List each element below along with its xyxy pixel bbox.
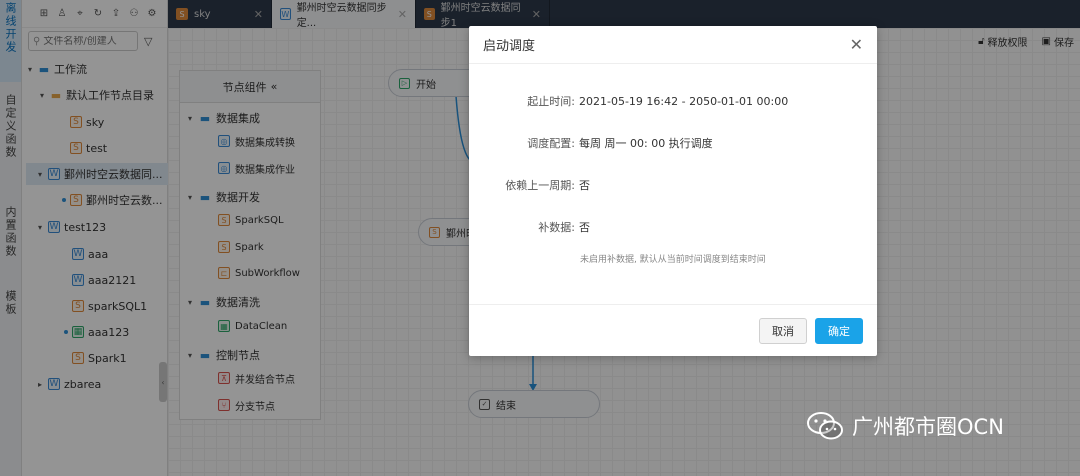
field-value: 2021-05-19 16:42 - 2050-01-01 00:00 [579, 94, 789, 108]
field-label: 补数据: [538, 221, 575, 234]
row-schedule-config: 调度配置: 每周 周一 00: 00 执行调度 [469, 134, 713, 152]
dialog-footer: 取消 确定 [469, 304, 877, 356]
row-depend-previous: 依赖上一周期: 否 [469, 176, 590, 194]
field-value: 否 [579, 179, 590, 192]
start-schedule-dialog: 启动调度 ✕ 起止时间: 2021-05-19 16:42 - 2050-01-… [469, 26, 877, 356]
dialog-title: 启动调度 [483, 39, 536, 54]
row-backfill: 补数据: 否 [469, 218, 590, 236]
dialog-header: 启动调度 ✕ [469, 26, 877, 64]
field-value: 否 [579, 221, 590, 234]
field-label: 调度配置: [527, 137, 575, 150]
watermark: 广州都市圈OCN [806, 410, 1004, 442]
watermark-text: 广州都市圈OCN [852, 415, 1004, 439]
field-value: 每周 周一 00: 00 执行调度 [579, 137, 713, 150]
wechat-icon [807, 412, 843, 440]
field-label: 起止时间: [527, 95, 575, 108]
field-label: 依赖上一周期: [505, 179, 575, 192]
confirm-button[interactable]: 确定 [815, 317, 863, 344]
row-time-range: 起止时间: 2021-05-19 16:42 - 2050-01-01 00:0… [469, 92, 788, 110]
close-icon[interactable]: ✕ [850, 35, 863, 54]
cancel-button[interactable]: 取消 [759, 317, 807, 344]
backfill-hint: 未启用补数据, 默认从当前时间调度到结束时间 [580, 255, 766, 265]
